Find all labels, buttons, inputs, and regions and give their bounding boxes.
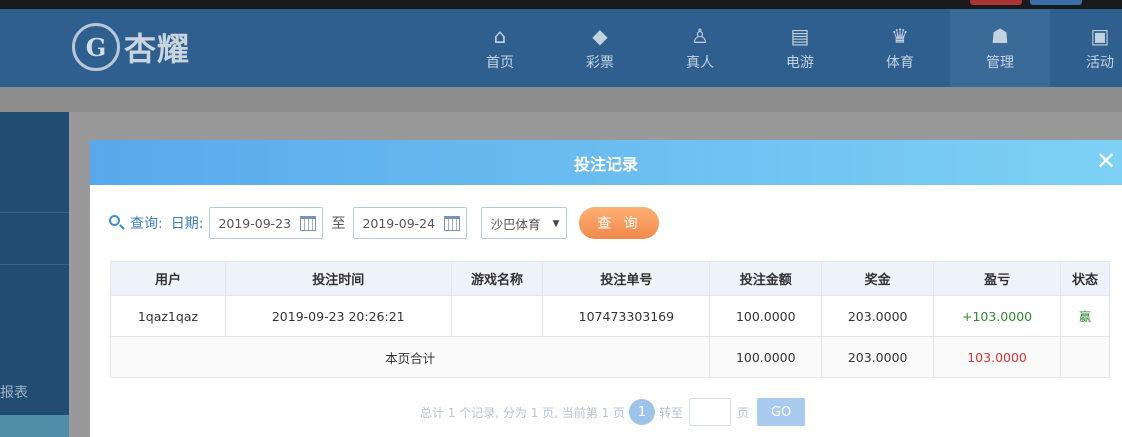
logo-text: 杏耀 [124,30,191,68]
total-amount: 100.0000 [709,336,823,378]
column-header: 投注金额 [709,261,823,296]
gift-icon: ▣ [1090,24,1110,48]
column-header: 状态 [1060,261,1110,296]
total-label: 本页合计 [109,336,711,378]
cell-bonus: 203.0000 [821,295,935,337]
date-label: 日期: [170,216,204,232]
nav-item-lottery[interactable]: ◆ 彩票 [550,9,650,87]
calendar-icon[interactable] [444,216,461,231]
nav-item-label: 电游 [786,55,814,71]
calendar-icon[interactable] [300,216,317,231]
nav-item-home[interactable]: ⌂ 首页 [450,9,550,87]
caret-down-icon: ▼ [552,219,560,229]
column-header: 盈亏 [933,261,1062,296]
nav-item-label: 管理 [986,55,1014,71]
dealer-icon: ♙ [691,24,709,48]
pager-summary: 总计 1 个记录, 分为 1 页, 当前第 1 页 [420,405,626,420]
column-header: 用户 [110,261,226,296]
ticket-icon: ◆ [592,24,608,48]
sidebar: 报表 [0,112,69,437]
column-header: 奖金 [821,261,935,296]
cell-user: 1qaz1qaz [110,295,226,337]
sub-bar [0,87,1122,112]
total-row: 本页合计 100.0000 203.0000 103.0000 [109,336,1110,378]
cell-amount: 100.0000 [709,295,823,337]
logo-emblem-icon: G [72,23,120,71]
site-logo[interactable]: G 杏耀 [72,23,190,71]
page-unit-label: 页 [737,405,750,420]
pagination: 总计 1 个记录, 分为 1 页, 当前第 1 页 1 转至 页 GO [420,398,806,426]
modal-header: 投注记录 ✕ [90,140,1122,185]
modal-title: 投注记录 [573,154,638,174]
nav-item-sports[interactable]: ♛ 体育 [850,9,950,87]
total-bonus: 203.0000 [821,336,935,378]
trophy-icon: ♛ [891,24,909,48]
nav-item-label: 体育 [886,55,914,71]
query-label: 查询: [130,216,163,232]
sidebar-banner [0,415,69,437]
table-row[interactable]: 1qaz1qaz 2019-09-23 20:26:21 10747330316… [110,295,1110,337]
to-label: 至 [331,216,346,232]
users-icon: ☗ [991,24,1009,48]
cell-order-no: 107473303169 [542,295,711,337]
home-icon: ⌂ [493,24,507,48]
game-type-value: 沙巴体育 [490,216,541,232]
cell-status: 赢 [1060,295,1110,337]
start-date-value: 2019-09-23 [218,215,292,231]
column-header: 游戏名称 [450,261,544,296]
total-profit: 103.0000 [933,336,1062,378]
cell-time: 2019-09-23 20:26:21 [224,295,452,337]
column-header: 投注单号 [542,261,711,296]
sidebar-divider [0,212,69,213]
bet-records-modal: 投注记录 ✕ 查询: 日期: 2019-09-23 至 2019-09-24 沙… [90,140,1122,437]
nav-item-slots[interactable]: ▤ 电游 [750,9,850,87]
query-button[interactable]: 查 询 [579,207,660,239]
end-date-value: 2019-09-24 [362,215,436,231]
bet-records-table: 用户 投注时间 游戏名称 投注单号 投注金额 奖金 盈亏 状态 1qaz1qaz… [109,261,1110,378]
search-icon [108,214,126,232]
cell-profit: +103.0000 [933,295,1062,337]
top-red-button[interactable] [970,0,1022,5]
nav-item-manage[interactable]: ☗ 管理 [950,9,1050,87]
query-bar: 查询: 日期: 2019-09-23 至 2019-09-24 沙巴体育 ▼ 查… [108,206,660,240]
nav-item-label: 真人 [686,55,714,71]
nav-item-label: 首页 [486,55,514,71]
game-type-select[interactable]: 沙巴体育 ▼ [481,207,568,239]
sidebar-item-report[interactable]: 报表 [0,382,28,402]
nav-item-label: 彩票 [586,55,614,71]
column-header: 投注时间 [224,261,452,296]
goto-label: 转至 [659,405,684,420]
slot-machine-icon: ▤ [790,24,810,48]
current-page-button[interactable]: 1 [629,399,656,425]
end-date-input[interactable]: 2019-09-24 [353,207,468,239]
nav-item-promotions[interactable]: ▣ 活动 [1050,9,1122,87]
cell-game [450,295,544,337]
go-button[interactable]: GO [757,398,806,426]
nav-item-live[interactable]: ♙ 真人 [650,9,750,87]
main-nav: ⌂ 首页 ◆ 彩票 ♙ 真人 ▤ 电游 ♛ 体育 ☗ 管理 ▣ 活动 [450,9,1122,87]
top-blue-button[interactable] [1030,0,1082,5]
close-icon[interactable]: ✕ [1094,149,1118,174]
total-status [1060,336,1110,378]
top-strip [0,0,1122,9]
nav-item-label: 活动 [1086,55,1114,71]
table-header-row: 用户 投注时间 游戏名称 投注单号 投注金额 奖金 盈亏 状态 [110,261,1110,296]
page-number-input[interactable] [689,398,732,426]
start-date-input[interactable]: 2019-09-23 [209,207,324,239]
sidebar-divider [0,264,69,265]
